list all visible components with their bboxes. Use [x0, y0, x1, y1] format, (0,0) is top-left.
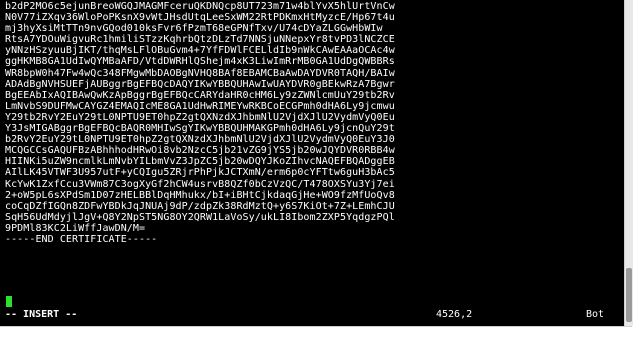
buffer-line: KcYwK1ZxfCcu3VWm87C3ogXyGf2hCW4usrvB8QZf…	[5, 178, 395, 190]
buffer-line: 2+oW5pL6sXPdSm1D07zHELBBlDqHMhukx/bI+iBH…	[5, 189, 395, 201]
buffer-line: Y29tb2RvY2EuY29tL0NPTU9ET0hpZ2gtQXNzdXJh…	[5, 111, 395, 123]
window-bottom-border	[0, 326, 632, 327]
terminal-window[interactable]: b2dP2MO6c5ejunBreoWGQJMAGMFceruQKDNQcp8U…	[0, 0, 624, 326]
buffer-line: b2RvY2EuY29tL0NPTU9ET0hpZ2gtQXNzdXJhbmNl…	[5, 134, 395, 146]
buffer-line: AIlLK45VTWF3U957utF+yCQIgu5ZRjrPhPjkJCTX…	[5, 167, 395, 179]
cursor-position: 4526,2	[436, 309, 473, 320]
editor-buffer[interactable]: b2dP2MO6c5ejunBreoWGQJMAGMFceruQKDNQcp8U…	[5, 1, 395, 289]
mode-indicator: -- INSERT --	[5, 309, 78, 320]
buffer-line	[5, 245, 395, 256]
buffer-line: WR8bpW0h47Fw4wQc348FMgwMbDAOBgNVHQ8BAf8E…	[5, 67, 395, 79]
buffer-line	[5, 267, 395, 278]
buffer-line: N0V77iZXqv36WloPoPKsnX9vWtJHsdUtqLeeSxWM…	[5, 12, 395, 24]
scrollbar-thumb[interactable]	[626, 268, 632, 322]
buffer-line: SqH56UdMdyjlJgV+Q8Y2NpST5NG8OY2QRW1LaVoS…	[5, 211, 395, 223]
buffer-line: RtsA7YDOuWigvuRc1hmiliSTzzKqhrbQtzDLzTd7…	[5, 34, 395, 46]
buffer-line: 9PDMl83KC2LiWffJawDN/M=	[5, 222, 146, 234]
buffer-line: LmNvbS9DUFMwCAYGZ4EMAQIcME8GA1UdHwRIMEYw…	[5, 100, 395, 112]
vertical-scrollbar[interactable]	[624, 0, 633, 326]
buffer-line: Y3JsMIGABggrBgEFBQcBAQR0MHIwSgYIKwYBBQUH…	[5, 123, 395, 135]
buffer-line	[5, 256, 395, 267]
scroll-position: Bot	[586, 309, 605, 320]
buffer-line: -----END CERTIFICATE-----	[5, 233, 158, 245]
buffer-line: b2dP2MO6c5ejunBreoWGQJMAGMFceruQKDNQcp8U…	[5, 1, 395, 12]
buffer-line: yNNzHSzyuuBjIKT/thqMsLFlOBuGvm4+7YfFDWlF…	[5, 45, 395, 57]
buffer-line: HIINKi5uZW9ncmlkLmNvbYILbmVvZ3JpZC5jb20w…	[5, 156, 395, 168]
buffer-line: ggHKMB8GA1UdIwQYMBaAFD/VtdDWRHlQShejm4xK…	[5, 56, 395, 68]
vim-status-bar: -- INSERT -- 4526,2 Bot	[0, 309, 624, 321]
buffer-line: MCQGCCsGAQUFBzABhhhodHRwOi8vb2NzcC5jb21v…	[5, 145, 395, 157]
buffer-line: BgEEAbIxAQIBAwQwKzApBggrBgEFBQcCARYdaHR0…	[5, 89, 395, 101]
buffer-line: coCqDZfIGQn8ZDFwYBDkJqJNUAj9dP/zdpZk38Rd…	[5, 200, 395, 212]
buffer-line	[5, 278, 395, 289]
buffer-line: ADAdBgNVHSUEFjAUBggrBgEFBQcDAQYIKwYBBQUH…	[5, 78, 395, 90]
text-cursor	[6, 296, 12, 307]
buffer-line: mj3hyXsiMtTTn9nvGQod010ksFvr6fPzmT68eGPN…	[5, 23, 383, 35]
